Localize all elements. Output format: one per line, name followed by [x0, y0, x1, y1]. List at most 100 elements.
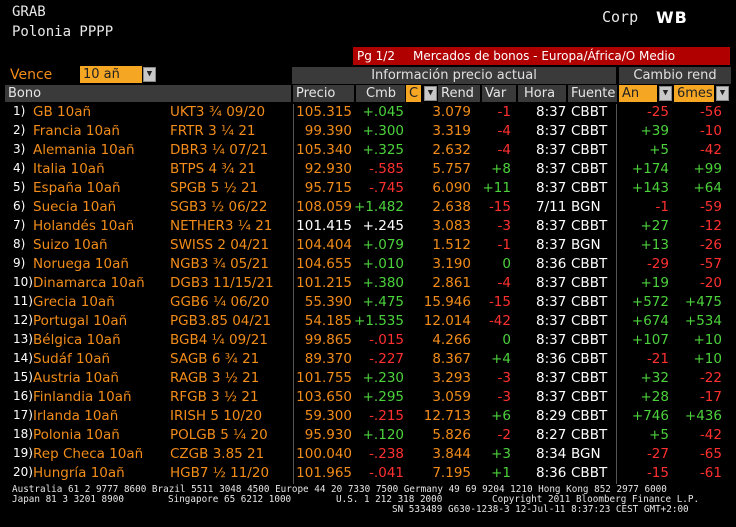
cell-ticker[interactable]: DGB3 11/15/21: [170, 275, 274, 291]
table-row[interactable]: 11) Grecia 10añ GGB6 ¼ 06/20 55.390 +.475 15.…: [0, 293, 736, 312]
cell-bono[interactable]: Bélgica 10añ: [33, 332, 121, 348]
cell-an: +746: [631, 408, 669, 424]
table-row[interactable]: 12) Portugal 10añ PGB3.85 04/21 54.185 +1.53…: [0, 312, 736, 331]
table-row[interactable]: 6) Suecia 10añ SGB3 ½ 06/22 108.059 +1.482 2.…: [0, 198, 736, 217]
table-row[interactable]: 20) Hungría 10añ HGB7 ½ 11/20 101.965 -.041 7…: [0, 464, 736, 483]
table-row[interactable]: 18) Polonia 10añ POLGB 5 ¼ 20 95.930 +.120 5.…: [0, 426, 736, 445]
col-an[interactable]: An: [619, 85, 657, 102]
cell-ticker[interactable]: RFGB 3 ½ 21: [170, 389, 259, 405]
cell-ticker[interactable]: HGB7 ½ 11/20: [170, 465, 269, 481]
table-row[interactable]: 1) GB 10añ UKT3 ¾ 09/20 105.315 +.045 3.079 -1…: [0, 103, 736, 122]
cell-bono[interactable]: Francia 10añ: [33, 123, 120, 139]
cell-ticker[interactable]: FRTR 3 ¼ 21: [170, 123, 256, 139]
cell-bono[interactable]: Suecia 10añ: [33, 199, 116, 215]
cell-var: -3: [497, 370, 511, 386]
cell-var: +8: [491, 161, 511, 177]
col-hora[interactable]: Hora: [518, 85, 566, 102]
col-c-dropdown-icon[interactable]: ▼: [424, 86, 437, 101]
col-cmb[interactable]: Cmb: [356, 85, 405, 102]
cell-an: +572: [631, 294, 669, 310]
cell-precio: 92.930: [304, 161, 352, 177]
cell-var: -1: [497, 237, 511, 253]
cell-precio: 99.865: [304, 332, 352, 348]
cell-ticker[interactable]: SPGB 5 ½ 21: [170, 180, 258, 196]
cell-ticker[interactable]: NGB3 ¾ 05/21: [170, 256, 269, 272]
col-bono[interactable]: Bono: [5, 85, 291, 102]
cell-ticker[interactable]: RAGB 3 ½ 21: [170, 370, 259, 386]
cell-ticker[interactable]: PGB3.85 04/21: [170, 313, 271, 329]
col-precio[interactable]: Precio: [293, 85, 354, 102]
cell-n: 18): [13, 427, 33, 441]
cell-bono[interactable]: Alemania 10añ: [33, 142, 135, 158]
cell-hora: 8:37: [536, 142, 567, 158]
cell-bono[interactable]: España 10añ: [33, 180, 121, 196]
cell-ticker[interactable]: POLGB 5 ¼ 20: [170, 427, 268, 443]
col-6mes[interactable]: 6mes: [674, 85, 714, 102]
vence-dropdown-icon[interactable]: ▼: [143, 67, 156, 82]
cell-precio: 100.040: [296, 446, 352, 462]
cell-bono[interactable]: Holandés 10añ: [33, 218, 134, 234]
cell-bono[interactable]: Italia 10añ: [33, 161, 105, 177]
cell-hora: 8:29: [536, 408, 567, 424]
table-row[interactable]: 13) Bélgica 10añ BGB4 ¼ 09/21 99.865 -.015 4.…: [0, 331, 736, 350]
cell-ticker[interactable]: SAGB 6 ¾ 21: [170, 351, 259, 367]
cell-bono[interactable]: Finlandia 10añ: [33, 389, 132, 405]
cell-bono[interactable]: Polonia 10añ: [33, 427, 120, 443]
cell-ticker[interactable]: DBR3 ¼ 07/21: [170, 142, 268, 158]
cell-ticker[interactable]: IRISH 5 10/20: [170, 408, 262, 424]
table-row[interactable]: 9) Noruega 10añ NGB3 ¾ 05/21 104.655 +.010 3.…: [0, 255, 736, 274]
vence-select[interactable]: 10 añ: [80, 66, 142, 83]
table-row[interactable]: 4) Italia 10añ BTPS 4 ¾ 21 92.930 -.585 5.757…: [0, 160, 736, 179]
cell-bono[interactable]: Portugal 10añ: [33, 313, 127, 329]
table-row[interactable]: 17) Irlanda 10añ IRISH 5 10/20 59.300 -.215 1…: [0, 407, 736, 426]
table-row[interactable]: 5) España 10añ SPGB 5 ½ 21 95.715 -.745 6.090…: [0, 179, 736, 198]
cell-meses: +64: [693, 180, 723, 196]
table-row[interactable]: 10) Dinamarca 10añ DGB3 11/15/21 101.215 +.3…: [0, 274, 736, 293]
col-6mes-dropdown-icon[interactable]: ▼: [716, 86, 729, 101]
cell-ticker[interactable]: NETHER3 ¼ 21: [170, 218, 272, 234]
cell-fuente: CBBT: [571, 256, 608, 272]
cell-bono[interactable]: Grecia 10añ: [33, 294, 115, 310]
cell-bono[interactable]: Irlanda 10añ: [33, 408, 118, 424]
cell-bono[interactable]: Noruega 10añ: [33, 256, 129, 272]
table-row[interactable]: 8) Suizo 10añ SWISS 2 04/21 104.404 +.079 1.5…: [0, 236, 736, 255]
table-row[interactable]: 3) Alemania 10añ DBR3 ¼ 07/21 105.340 +.325 2…: [0, 141, 736, 160]
cell-ticker[interactable]: SWISS 2 04/21: [170, 237, 269, 253]
cell-ticker[interactable]: GGB6 ¼ 06/20: [170, 294, 269, 310]
cell-bono[interactable]: GB 10añ: [33, 104, 91, 120]
table-row[interactable]: 7) Holandés 10añ NETHER3 ¼ 21 101.415 +.245 3…: [0, 217, 736, 236]
table-row[interactable]: 15) Austria 10añ RAGB 3 ½ 21 101.755 +.230 3.…: [0, 369, 736, 388]
cell-n: 20): [13, 465, 33, 479]
cell-ticker[interactable]: SGB3 ½ 06/22: [170, 199, 267, 215]
cell-ticker[interactable]: CZGB 3.85 21: [170, 446, 264, 462]
cell-ticker[interactable]: BGB4 ¼ 09/21: [170, 332, 268, 348]
cell-ticker[interactable]: UKT3 ¾ 09/20: [170, 104, 265, 120]
table-row[interactable]: 2) Francia 10añ FRTR 3 ¼ 21 99.390 +.300 3.31…: [0, 122, 736, 141]
col-var[interactable]: Var: [482, 85, 516, 102]
col-an-dropdown-icon[interactable]: ▼: [659, 86, 672, 101]
table-row[interactable]: 14) Sudáf 10añ SAGB 6 ¾ 21 89.370 -.227 8.367…: [0, 350, 736, 369]
cell-fuente: CBBT: [571, 351, 608, 367]
cell-precio: 108.059: [296, 199, 352, 215]
col-c[interactable]: C: [406, 85, 421, 102]
cell-an: +143: [631, 180, 669, 196]
cell-rend: 3.844: [432, 446, 471, 462]
table-row[interactable]: 16) Finlandia 10añ RFGB 3 ½ 21 103.650 +.295…: [0, 388, 736, 407]
cell-bono[interactable]: Dinamarca 10añ: [33, 275, 145, 291]
cell-var: +11: [482, 180, 512, 196]
cambio-header: Cambio rend: [619, 67, 731, 84]
col-fuente[interactable]: Fuente: [568, 85, 617, 102]
cell-meses: +534: [684, 313, 722, 329]
cell-cmb: -.238: [369, 446, 404, 462]
vence-label: Vence: [10, 67, 53, 83]
col-rend[interactable]: Rend: [438, 85, 480, 102]
cell-bono[interactable]: Suizo 10añ: [33, 237, 108, 253]
cell-cmb: -.041: [369, 465, 404, 481]
cell-bono[interactable]: Hungría 10añ: [33, 465, 125, 481]
table-row[interactable]: 19) Rep Checa 10añ CZGB 3.85 21 100.040 -.23…: [0, 445, 736, 464]
cell-bono[interactable]: Sudáf 10añ: [33, 351, 110, 367]
footer-singapore: Singapore 65 6212 1000: [168, 494, 292, 505]
cell-bono[interactable]: Rep Checa 10añ: [33, 446, 143, 462]
cell-bono[interactable]: Austria 10añ: [33, 370, 119, 386]
cell-ticker[interactable]: BTPS 4 ¾ 21: [170, 161, 256, 177]
